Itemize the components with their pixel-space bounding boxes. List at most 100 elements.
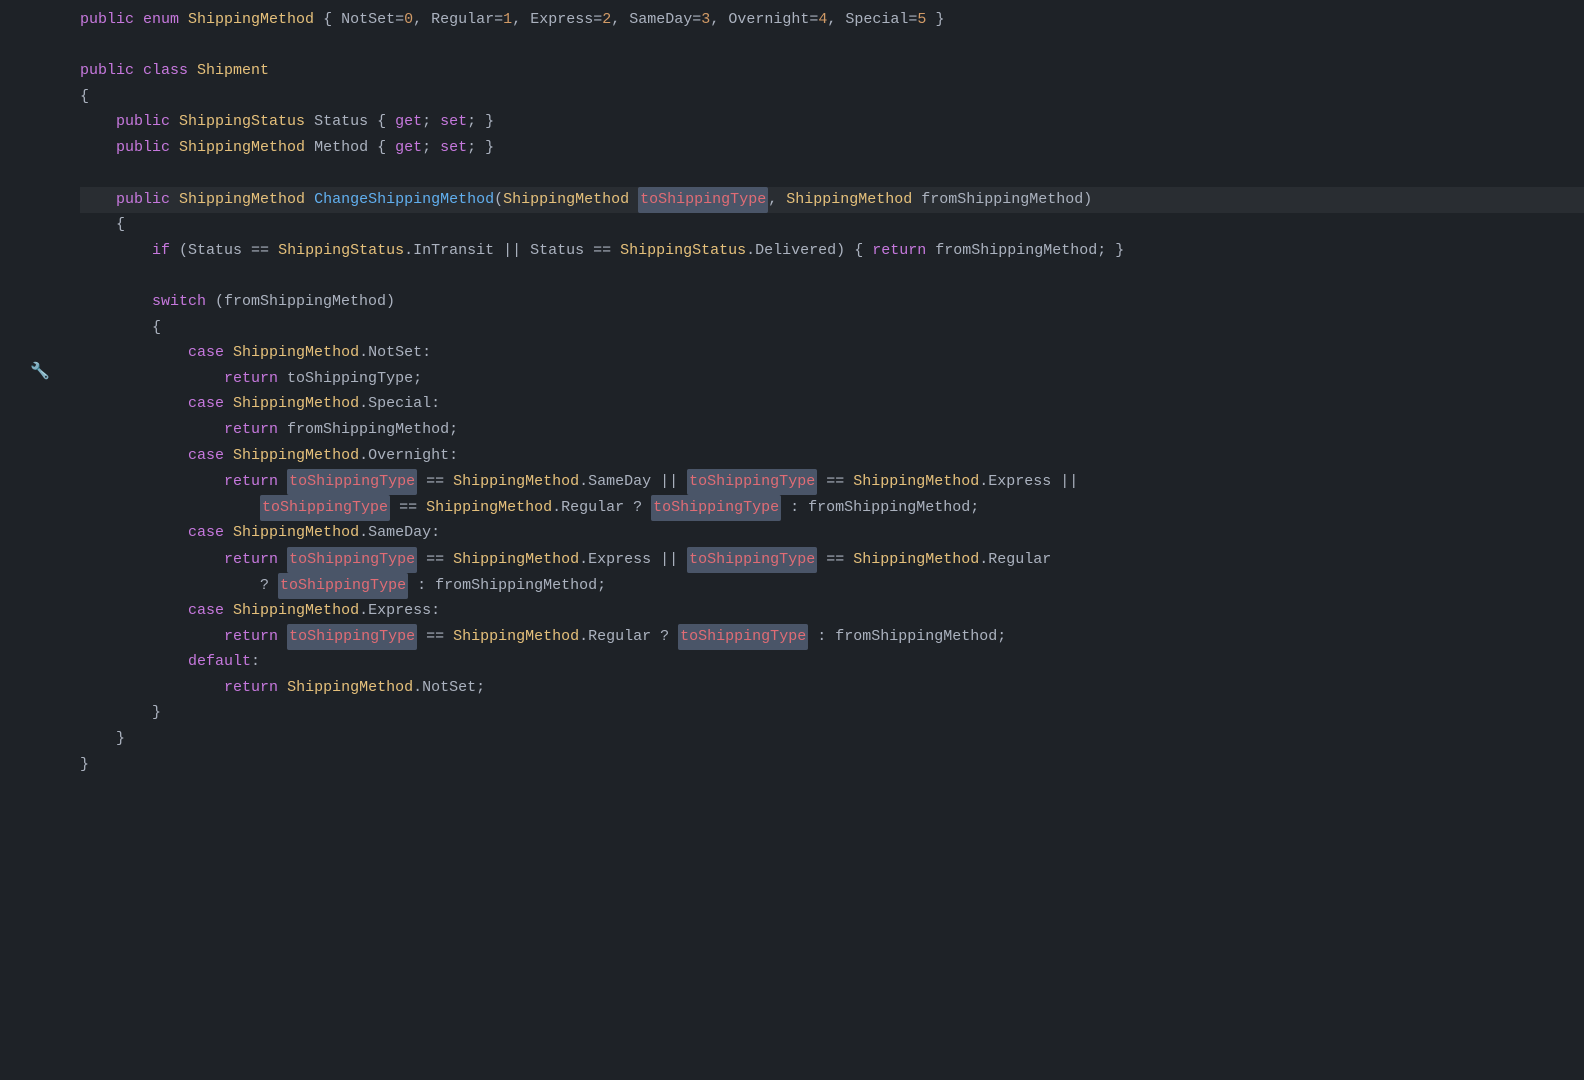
code-line: [80, 264, 1584, 290]
token-plain: .Express ||: [579, 548, 687, 572]
token-plain: =: [395, 8, 404, 32]
token-plain: =: [692, 8, 701, 32]
token-plain: Special: [845, 8, 908, 32]
token-plain: {: [116, 213, 125, 237]
token-plain: .SameDay ||: [579, 470, 687, 494]
token-plain: ,: [827, 8, 845, 32]
token-type: ShippingStatus: [278, 239, 404, 263]
token-indent: [80, 136, 116, 160]
token-plain: : fromShippingMethod;: [781, 496, 979, 520]
token-num: 1: [503, 8, 512, 32]
token-plain: : fromShippingMethod;: [808, 625, 1006, 649]
token-plain: .InTransit || Status ==: [404, 239, 620, 263]
token-plain: =: [593, 8, 602, 32]
token-type: ShippingMethod: [786, 188, 912, 212]
token-type: ShippingMethod: [233, 521, 359, 545]
token-kw: return: [224, 470, 278, 494]
token-plain: =: [494, 8, 503, 32]
token-plain: Regular: [431, 8, 494, 32]
token-kw: public: [80, 59, 143, 83]
token-plain: ==: [417, 625, 453, 649]
token-indent: [80, 213, 116, 237]
code-line: [80, 162, 1584, 188]
code-line: return toShippingType == ShippingMethod.…: [80, 624, 1584, 650]
token-plain: {: [152, 316, 161, 340]
token-plain: =: [809, 8, 818, 32]
token-type: ShippingMethod: [426, 496, 552, 520]
token-plain: .Delivered) {: [746, 239, 872, 263]
token-plain: ; }: [467, 136, 494, 160]
code-line: case ShippingMethod.NotSet:: [80, 341, 1584, 367]
code-line: }: [80, 727, 1584, 753]
code-line: return toShippingType == ShippingMethod.…: [80, 469, 1584, 495]
token-hl-var: toShippingType: [287, 547, 417, 573]
token-kw: public: [116, 188, 179, 212]
token-plain: }: [152, 701, 161, 725]
token-plain: {: [377, 110, 395, 134]
token-plain: ,: [413, 8, 431, 32]
token-hl-var: toShippingType: [638, 187, 768, 213]
token-type: ShippingMethod: [503, 188, 629, 212]
code-line: case ShippingMethod.Special:: [80, 392, 1584, 418]
token-indent: [80, 470, 224, 494]
token-kw: return: [224, 548, 278, 572]
token-plain: ==: [817, 548, 853, 572]
token-kw: switch: [152, 290, 206, 314]
token-indent: [80, 341, 188, 365]
code-content: public enum ShippingMethod { NotSet=0, R…: [80, 0, 1584, 1080]
token-plain: [278, 470, 287, 494]
code-line: public ShippingStatus Status { get; set;…: [80, 110, 1584, 136]
code-line: public enum ShippingMethod { NotSet=0, R…: [80, 8, 1584, 34]
token-hl-var: toShippingType: [687, 469, 817, 495]
token-plain: fromShippingMethod): [912, 188, 1092, 212]
token-type: ShippingMethod: [188, 8, 314, 32]
token-kw: return: [224, 625, 278, 649]
token-plain: ; }: [467, 110, 494, 134]
token-plain: fromShippingMethod;: [278, 418, 458, 442]
token-kw: set: [440, 110, 467, 134]
code-line: switch (fromShippingMethod): [80, 290, 1584, 316]
token-plain: Method: [305, 136, 377, 160]
token-plain: }: [116, 727, 125, 751]
code-line: return fromShippingMethod;: [80, 418, 1584, 444]
token-plain: {: [377, 136, 395, 160]
token-plain: : fromShippingMethod;: [408, 574, 606, 598]
token-hl-var: toShippingType: [651, 495, 781, 521]
token-indent: [80, 110, 116, 134]
token-indent: [80, 418, 224, 442]
token-plain: ,: [710, 8, 728, 32]
token-type: ShippingMethod: [853, 548, 979, 572]
code-line: return toShippingType == ShippingMethod.…: [80, 547, 1584, 573]
token-type: ShippingMethod: [853, 470, 979, 494]
token-plain: {: [314, 8, 341, 32]
code-line: default:: [80, 650, 1584, 676]
token-type: ShippingMethod: [233, 599, 359, 623]
token-kw: case: [188, 341, 233, 365]
token-plain: ,: [611, 8, 629, 32]
code-line: {: [80, 85, 1584, 111]
token-hl-var: toShippingType: [687, 547, 817, 573]
token-plain: .NotSet;: [413, 676, 485, 700]
token-plain: Express: [530, 8, 593, 32]
token-plain: .Regular ?: [579, 625, 678, 649]
token-type: ShippingMethod: [287, 676, 413, 700]
token-kw: set: [440, 136, 467, 160]
code-line: case ShippingMethod.Express:: [80, 599, 1584, 625]
token-plain: (fromShippingMethod): [206, 290, 395, 314]
token-kw: return: [224, 418, 278, 442]
token-type: ShippingMethod: [179, 136, 305, 160]
token-kw: case: [188, 599, 233, 623]
token-plain: (: [494, 188, 503, 212]
token-plain: [278, 548, 287, 572]
token-num: 0: [404, 8, 413, 32]
token-plain: Overnight: [728, 8, 809, 32]
token-num: 5: [917, 8, 926, 32]
token-indent: [80, 701, 152, 725]
wrench-icon: 🔧: [30, 360, 50, 386]
token-plain: :: [251, 650, 260, 674]
token-plain: .SameDay:: [359, 521, 440, 545]
token-plain: .Special:: [359, 392, 440, 416]
token-plain: ==: [817, 470, 853, 494]
token-plain: NotSet: [341, 8, 395, 32]
token-num: 4: [818, 8, 827, 32]
